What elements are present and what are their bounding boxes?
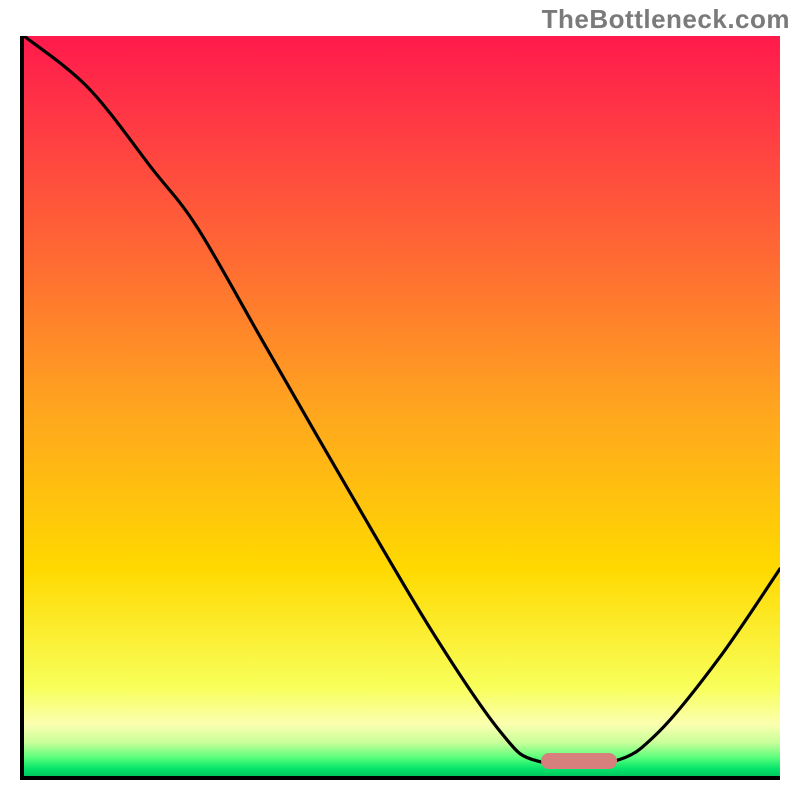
plot-area (20, 36, 780, 780)
optimum-marker (541, 753, 617, 769)
chart-stage: TheBottleneck.com (0, 0, 800, 800)
curve-line (24, 36, 780, 776)
watermark-text: TheBottleneck.com (542, 4, 790, 35)
